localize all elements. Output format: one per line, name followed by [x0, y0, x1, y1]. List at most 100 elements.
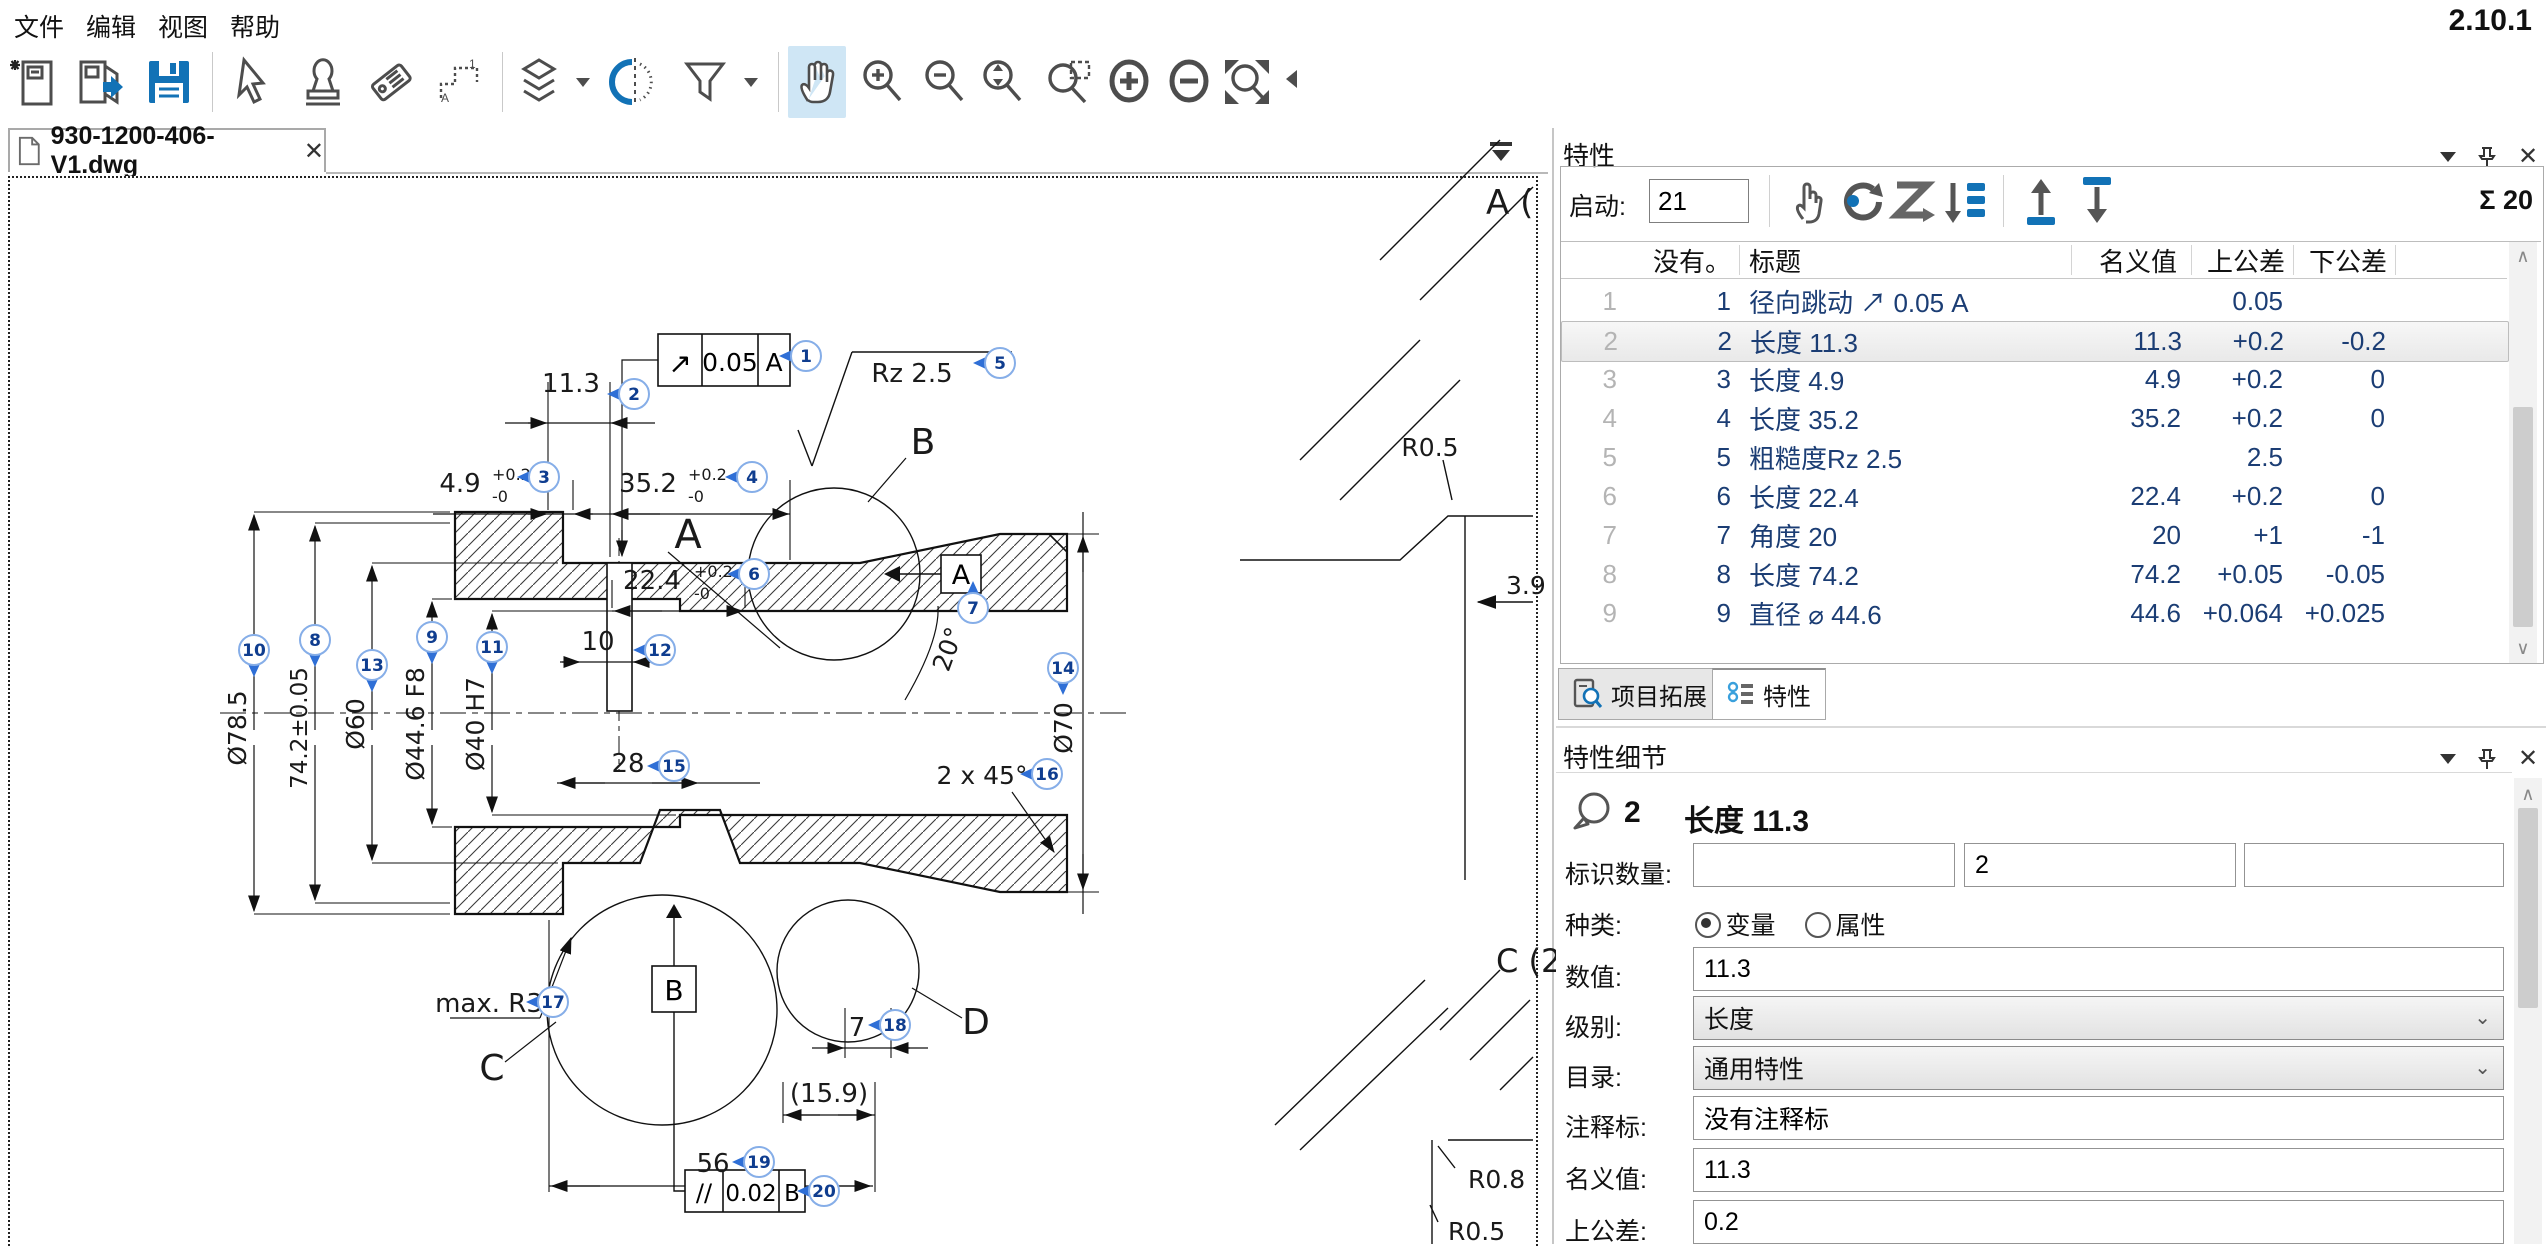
table-row[interactable]: 44长度 35.235.2+0.20 — [1561, 399, 2507, 438]
new-document-icon[interactable] — [6, 46, 64, 118]
region-select-icon[interactable]: 1 A — [430, 46, 488, 118]
svg-text:A: A — [441, 91, 449, 105]
panel-close-icon[interactable]: ✕ — [2518, 744, 2538, 773]
zoom-fit-icon[interactable] — [1218, 46, 1276, 118]
move-top-icon[interactable] — [2015, 175, 2067, 227]
panel-divider[interactable] — [1552, 128, 1554, 1244]
details-scroll-thumb[interactable] — [2518, 808, 2538, 1008]
rotate-refresh-icon[interactable] — [1835, 175, 1887, 227]
value-input[interactable] — [1693, 947, 2504, 991]
upper-tol-label: 上公差: — [1565, 1212, 1647, 1248]
class-label: 级别: — [1565, 1008, 1622, 1044]
collapse-all-icon[interactable] — [1484, 138, 1518, 166]
table-row[interactable]: 88长度 74.274.2+0.05-0.05 — [1561, 555, 2507, 594]
id-qty-input-2[interactable] — [1964, 843, 2236, 887]
menu-view[interactable]: 视图 — [158, 8, 208, 44]
table-row[interactable]: 99直径 ⌀ 44.644.6+0.064+0.025 — [1561, 594, 2507, 633]
table-row-selected[interactable]: 22长度 11.311.3+0.2-0.2 — [1561, 321, 2509, 362]
class-dropdown[interactable]: 长度⌄ — [1693, 996, 2504, 1040]
panel-menu-icon[interactable] — [2440, 754, 2456, 764]
id-qty-input-3[interactable] — [2244, 843, 2504, 887]
col-no: 没有。 — [1623, 242, 1739, 279]
table-row[interactable]: 55粗糙度Rz 2.52.5 — [1561, 438, 2507, 477]
detail-item-title: 长度 11.3 — [1684, 796, 1809, 840]
pin-icon[interactable] — [2478, 748, 2496, 770]
move-bottom-icon[interactable] — [2071, 175, 2123, 227]
pin-icon[interactable] — [2478, 146, 2496, 168]
app-version: 2.10.1 — [2449, 4, 2532, 38]
properties-list-icon — [1727, 680, 1755, 710]
tabstrip-line — [326, 172, 1548, 174]
tab-project-expand[interactable]: 项目拓展 — [1558, 668, 1722, 720]
col-lower: 下公差 — [2293, 242, 2395, 279]
details-scrollbar[interactable]: ∧ — [2514, 778, 2542, 1244]
zoom-dynamic-icon[interactable] — [974, 46, 1032, 118]
tab-properties-label: 特性 — [1763, 677, 1811, 712]
select-cursor-icon[interactable] — [224, 46, 282, 118]
stamp-icon[interactable] — [294, 46, 352, 118]
start-input[interactable] — [1649, 179, 1749, 223]
scroll-up-icon[interactable]: ∧ — [2514, 784, 2542, 805]
panel-menu-icon[interactable] — [2440, 152, 2456, 162]
project-expand-icon — [1573, 678, 1603, 710]
svg-text:1: 1 — [469, 57, 476, 71]
document-tabstrip: 930-1200-406-V1.dwg ✕ — [0, 128, 1556, 174]
tag-icon[interactable] — [362, 46, 420, 118]
radio-variable[interactable]: 变量 — [1695, 906, 1775, 942]
save-icon[interactable] — [140, 46, 198, 118]
filter-icon[interactable] — [676, 46, 734, 118]
mirror-icon[interactable] — [606, 46, 664, 118]
note-label: 注释标: — [1565, 1108, 1647, 1144]
properties-toolbox: 启动: Σ 20 没有。 标题 名义值 上公差 下公差 11径向跳动 ↗ 0.0… — [1560, 166, 2544, 664]
col-title: 标题 — [1739, 242, 2071, 279]
id-qty-input-1[interactable] — [1693, 843, 1955, 887]
document-tab[interactable]: 930-1200-406-V1.dwg ✕ — [8, 128, 326, 172]
layers-dropdown-arrow[interactable] — [576, 78, 590, 87]
start-label: 启动: — [1569, 187, 1626, 223]
layers-icon[interactable] — [510, 46, 568, 118]
zigzag-order-icon[interactable] — [1887, 175, 1939, 227]
col-nominal: 名义值 — [2071, 242, 2191, 279]
toolbar-separator — [778, 52, 779, 112]
open-import-icon[interactable] — [72, 46, 130, 118]
catalog-dropdown[interactable]: 通用特性⌄ — [1693, 1046, 2504, 1090]
table-header[interactable]: 没有。 标题 名义值 上公差 下公差 — [1561, 242, 2507, 279]
table-scrollbar[interactable]: ∧ ∨ — [2509, 242, 2537, 663]
col-upper: 上公差 — [2191, 242, 2293, 279]
id-qty-label: 标识数量: — [1565, 855, 1672, 891]
increase-icon[interactable] — [1100, 46, 1158, 118]
value-label: 数值: — [1565, 958, 1622, 994]
decrease-icon[interactable] — [1160, 46, 1218, 118]
table-scroll-thumb[interactable] — [2513, 407, 2533, 627]
pan-hand-icon[interactable] — [788, 46, 846, 118]
pick-hand-icon[interactable] — [1783, 175, 1835, 227]
menu-file[interactable]: 文件 — [14, 8, 64, 44]
radio-attribute[interactable]: 属性 — [1805, 906, 1885, 942]
zoom-in-icon[interactable] — [854, 46, 912, 118]
sum-count: Σ 20 — [2479, 185, 2533, 216]
table-row[interactable]: 33长度 4.94.9+0.20 — [1561, 360, 2507, 399]
menu-edit[interactable]: 编辑 — [86, 8, 136, 44]
upper-tol-input[interactable] — [1693, 1200, 2504, 1244]
table-row[interactable]: 11径向跳动 ↗ 0.05 A0.05 — [1561, 282, 2507, 321]
filter-dropdown-arrow[interactable] — [744, 78, 758, 87]
note-input[interactable] — [1693, 1096, 2504, 1140]
toolbar-collapse-arrow-icon[interactable] — [1286, 70, 1297, 88]
drawing-canvas[interactable] — [8, 176, 1538, 1246]
tab-properties[interactable]: 特性 — [1712, 668, 1826, 720]
menu-help[interactable]: 帮助 — [230, 8, 280, 44]
table-row[interactable]: 66长度 22.422.4+0.20 — [1561, 477, 2507, 516]
catalog-label: 目录: — [1565, 1058, 1622, 1094]
nominal-input[interactable] — [1693, 1148, 2504, 1192]
properties-table: 没有。 标题 名义值 上公差 下公差 11径向跳动 ↗ 0.05 A0.05 2… — [1561, 241, 2541, 663]
scroll-up-icon[interactable]: ∧ — [2509, 246, 2537, 267]
zoom-out-icon[interactable] — [916, 46, 974, 118]
zoom-window-icon[interactable] — [1040, 46, 1098, 118]
tab-close-icon[interactable]: ✕ — [304, 137, 324, 166]
list-reorder-icon[interactable] — [1939, 175, 1991, 227]
details-panel-controls: ✕ — [2440, 744, 2538, 773]
scroll-down-icon[interactable]: ∨ — [2509, 638, 2537, 659]
document-tab-title: 930-1200-406-V1.dwg — [51, 122, 288, 180]
table-row[interactable]: 77角度 2020+1-1 — [1561, 516, 2507, 555]
chevron-down-icon: ⌄ — [2474, 1055, 2491, 1080]
